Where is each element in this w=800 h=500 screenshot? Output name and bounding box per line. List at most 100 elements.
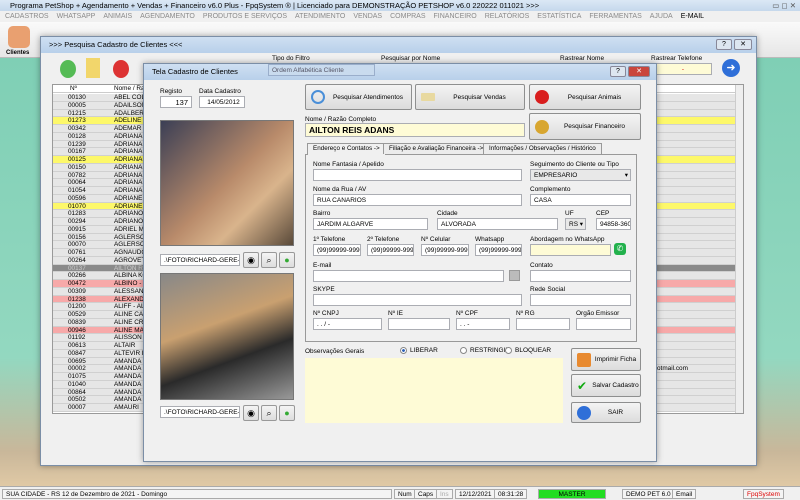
- contato-field[interactable]: [530, 270, 631, 282]
- tab-info-history[interactable]: Informações / Observações / Histórico: [483, 143, 602, 154]
- cnpj-value: . . / -: [317, 321, 330, 328]
- menu-item[interactable]: RELATÓRIOS: [485, 13, 530, 20]
- email-send-button[interactable]: [509, 270, 520, 281]
- exit-button[interactable]: SAIR: [571, 402, 641, 423]
- menu-item[interactable]: FERRAMENTAS: [589, 13, 641, 20]
- rua-value: RUA CANARIOS: [317, 197, 367, 204]
- rua-field[interactable]: RUA CANARIOS: [313, 194, 522, 206]
- cnpj-field[interactable]: . . / -: [313, 318, 382, 330]
- dialog-close-button[interactable]: ✕: [628, 66, 650, 77]
- camera-icon[interactable]: ◉: [243, 405, 259, 421]
- rede-field[interactable]: [530, 294, 631, 306]
- help-button[interactable]: ?: [716, 39, 732, 50]
- search-sales-button[interactable]: Pesquisar Vendas: [415, 84, 525, 110]
- abordagem-field[interactable]: [530, 244, 611, 256]
- filter-type-select[interactable]: Ordem Alfabética Cliente: [268, 64, 375, 76]
- row-email: otmail.com: [657, 365, 688, 373]
- fantasia-field[interactable]: [313, 169, 522, 181]
- tel1-field[interactable]: (99)99999-9999: [313, 244, 361, 256]
- menu-item[interactable]: AGENDAMENTO: [140, 13, 195, 20]
- search-animals-button[interactable]: Pesquisar Animais: [529, 84, 641, 110]
- complemento-field[interactable]: CASA: [530, 194, 631, 206]
- photo2-path-field[interactable]: .\FOTO\RICHARD-GERE-CAI: [160, 406, 240, 418]
- menu-item[interactable]: CADASTROS: [5, 13, 49, 20]
- menu-item[interactable]: FINANCEIRO: [434, 13, 477, 20]
- skype-field[interactable]: [313, 294, 522, 306]
- menu-item[interactable]: PRODUTOS E SERVIÇOS: [203, 13, 287, 20]
- search-appointments-button[interactable]: Pesquisar Atendimentos: [305, 84, 412, 110]
- whats-field[interactable]: (99)99999-9999: [475, 244, 522, 256]
- data-cadastro-field[interactable]: 14/05/2012: [199, 96, 245, 108]
- cidade-field[interactable]: ALVORADA: [437, 218, 558, 230]
- rg-field[interactable]: [516, 318, 570, 330]
- add-client-icon[interactable]: [60, 60, 76, 78]
- row-number: 00266: [68, 272, 86, 280]
- edit-client-icon[interactable]: [86, 58, 100, 78]
- obs-textarea[interactable]: [305, 358, 563, 423]
- ie-field[interactable]: [388, 318, 450, 330]
- radio-bloquear[interactable]: BLOQUEAR: [505, 347, 551, 354]
- cep-field[interactable]: 94858-360: [596, 218, 631, 230]
- bairro-field[interactable]: JARDIM ALGARVE: [313, 218, 428, 230]
- whatsapp-icon[interactable]: ✆: [614, 243, 626, 255]
- print-button[interactable]: Imprimir Ficha: [571, 348, 641, 371]
- zoom-icon[interactable]: ⌕: [261, 252, 277, 268]
- uf-value: RS: [569, 221, 579, 228]
- delete-client-icon[interactable]: [113, 60, 129, 78]
- nome-field[interactable]: AILTON REIS ADANS: [305, 123, 525, 137]
- tab-affiliation-finance[interactable]: Filiação e Avaliação Financeira ->: [383, 143, 490, 154]
- client-photo-2: [160, 273, 294, 400]
- complemento-label: Complemento: [530, 186, 571, 193]
- menu-item[interactable]: WHATSAPP: [57, 13, 96, 20]
- cpf-field[interactable]: . . -: [456, 318, 510, 330]
- cel-field[interactable]: (99)99999-9999: [421, 244, 469, 256]
- load-photo-icon[interactable]: ●: [279, 405, 295, 421]
- go-arrow-icon[interactable]: ➜: [722, 59, 740, 77]
- tel2-field[interactable]: (99)99999-9999: [367, 244, 414, 256]
- camera-icon[interactable]: ◉: [243, 252, 259, 268]
- uf-select[interactable]: RS ▾: [565, 218, 586, 230]
- window-controls[interactable]: ▭ ◻ ✕: [772, 0, 796, 11]
- radio-liberar[interactable]: LIBERAR: [400, 347, 438, 354]
- search-name-label: Pesquisar por Nome: [381, 55, 441, 62]
- zoom-icon[interactable]: ⌕: [261, 405, 277, 421]
- abordagem-label: Abordagem no WhatsApp: [530, 236, 605, 243]
- status-email[interactable]: Email: [672, 489, 697, 499]
- search-finance-button[interactable]: Pesquisar Financeiro: [529, 113, 641, 140]
- menu-item[interactable]: ANIMAIS: [103, 13, 132, 20]
- load-photo-icon[interactable]: ●: [279, 252, 295, 268]
- row-number: 01273: [68, 117, 86, 125]
- menu-item[interactable]: E-MAIL: [681, 13, 704, 20]
- menu-item[interactable]: ATENDIMENTO: [295, 13, 345, 20]
- close-button[interactable]: ✕: [734, 39, 752, 50]
- track-phone-input[interactable]: -: [651, 63, 712, 75]
- skype-label: SKYPE: [313, 286, 335, 293]
- menu-item[interactable]: VENDAS: [353, 13, 382, 20]
- cnpj-label: Nº CNPJ: [313, 310, 339, 317]
- clients-icon[interactable]: [8, 26, 30, 48]
- photo1-path-field[interactable]: .\FOTO\RICHARD-GERE-CAI: [160, 254, 240, 266]
- chevron-down-icon: ▾: [624, 172, 628, 179]
- status-date: 12/12/2021: [455, 489, 496, 499]
- menu-item[interactable]: COMPRAS: [390, 13, 425, 20]
- col-number[interactable]: Nº: [70, 85, 77, 92]
- menu-item[interactable]: AJUDA: [650, 13, 673, 20]
- row-number: 00613: [68, 342, 86, 349]
- tel1-value: (99)99999-9999: [317, 247, 361, 254]
- rg-label: Nº RG: [516, 310, 535, 317]
- tab-address-contacts[interactable]: Endereço e Contatos ->: [307, 143, 386, 155]
- arrow-icon: [577, 405, 591, 420]
- email-field[interactable]: [313, 270, 504, 282]
- whats-label: Whatsapp: [475, 236, 505, 243]
- segmento-select[interactable]: EMPRESARIO ▾: [530, 169, 631, 181]
- radio-restringir[interactable]: RESTRINGIR: [460, 347, 510, 354]
- row-number: 00839: [68, 318, 86, 326]
- menu-item[interactable]: ESTATÍSTICA: [537, 13, 581, 20]
- coin-icon: [535, 119, 549, 134]
- list-scrollbar[interactable]: [735, 85, 743, 413]
- row-number: 00264: [68, 256, 86, 264]
- orgao-field[interactable]: [576, 318, 631, 330]
- save-button[interactable]: ✔ Salvar Cadastro: [571, 374, 641, 397]
- registro-field[interactable]: 137: [160, 96, 192, 108]
- dialog-help-button[interactable]: ?: [610, 66, 626, 77]
